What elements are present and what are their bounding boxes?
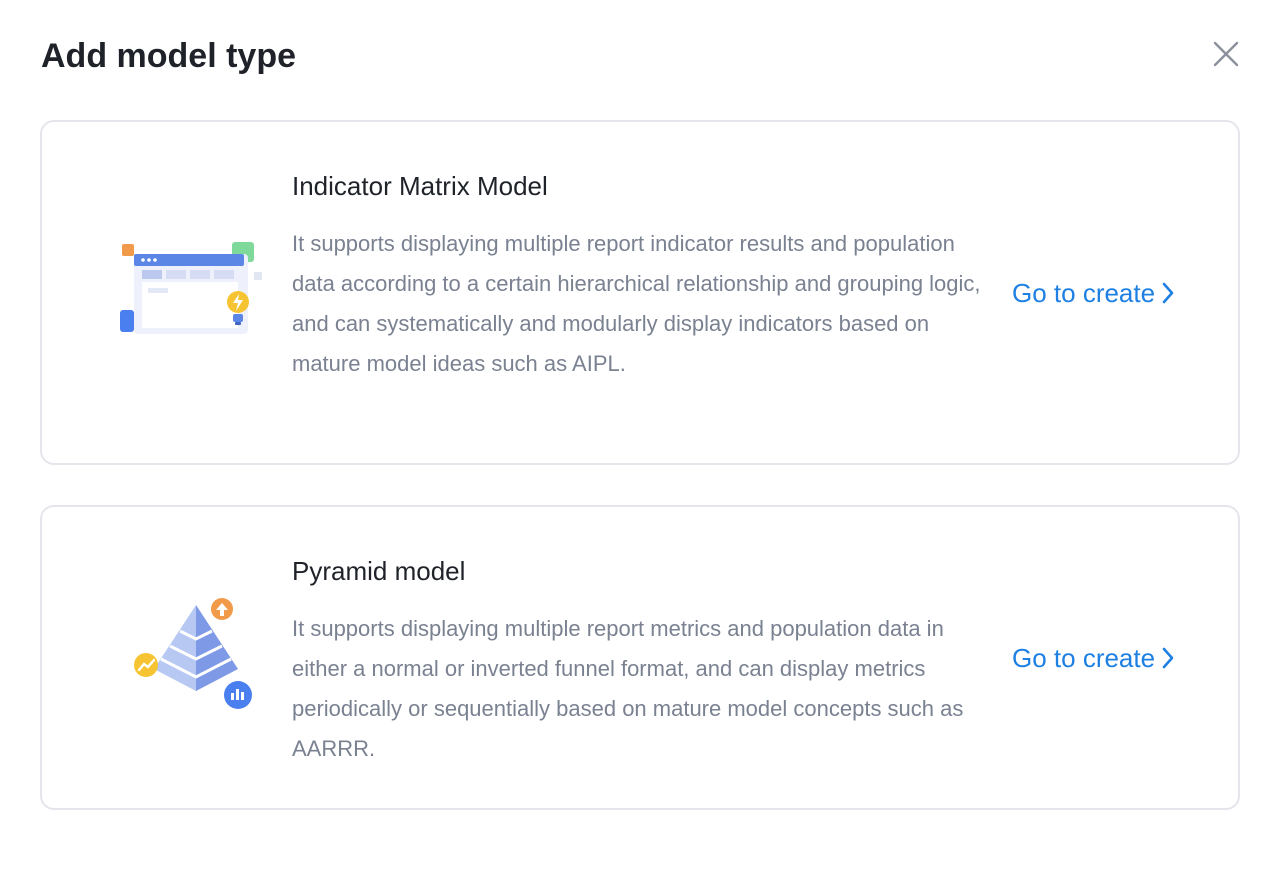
add-model-type-dialog: Add model type Indicator Matrix Model It… — [0, 0, 1280, 870]
pyramid-illustration — [118, 591, 268, 721]
card-description: It supports displaying multiple report i… — [292, 231, 981, 376]
chevron-right-icon — [1162, 282, 1174, 304]
go-to-create-label: Go to create — [1012, 643, 1156, 673]
close-button[interactable] — [1206, 34, 1246, 74]
dialog-title: Add model type — [41, 37, 297, 75]
close-icon — [1213, 41, 1239, 67]
go-to-create-label: Go to create — [1012, 278, 1156, 308]
matrix-dashboard-illustration — [118, 234, 268, 364]
model-card-indicator-matrix[interactable]: Indicator Matrix Model It supports displ… — [40, 120, 1240, 465]
go-to-create-button[interactable]: Go to create — [1012, 641, 1175, 675]
chevron-right-icon — [1162, 647, 1174, 669]
card-title: Indicator Matrix Model — [292, 171, 548, 201]
card-title: Pyramid model — [292, 556, 466, 586]
model-card-pyramid[interactable]: Pyramid model It supports displaying mul… — [40, 505, 1240, 810]
go-to-create-button[interactable]: Go to create — [1012, 276, 1175, 310]
card-description: It supports displaying multiple report m… — [292, 616, 964, 761]
